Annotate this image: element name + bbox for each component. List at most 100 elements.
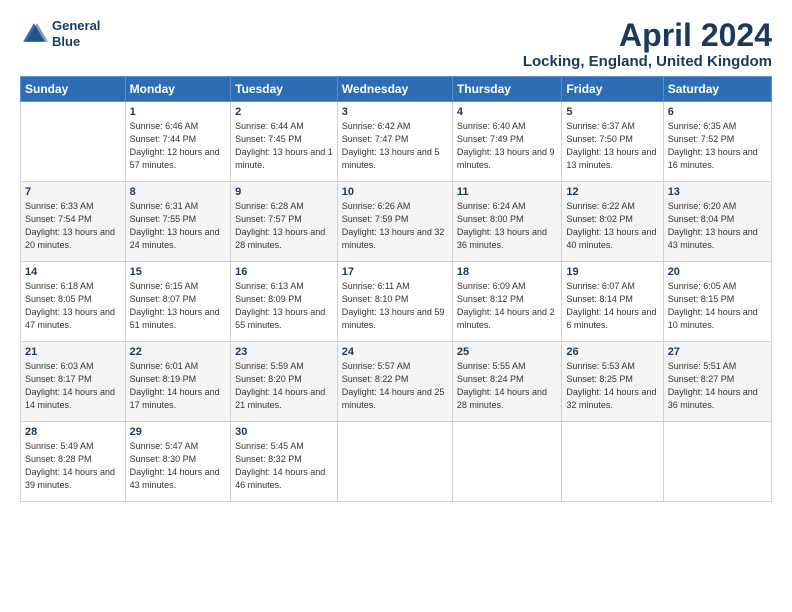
calendar-cell: 8Sunrise: 6:31 AMSunset: 7:55 PMDaylight…: [125, 182, 231, 262]
main-title: April 2024: [523, 18, 772, 53]
calendar-cell: 15 Sunrise: 6:15 AMSunset: 8:07 PMDayligh…: [125, 262, 231, 342]
calendar-cell: 13Sunrise: 6:20 AMSunset: 8:04 PMDayligh…: [663, 182, 771, 262]
calendar-cell: 17 Sunrise: 6:11 AMSunset: 8:10 PMDayligh…: [337, 262, 452, 342]
calendar-cell: 14 Sunrise: 6:18 AMSunset: 8:05 PMDayligh…: [21, 262, 126, 342]
day-number: 7: [25, 186, 121, 198]
cell-info: Sunrise: 6:33 AMSunset: 7:54 PMDaylight:…: [25, 200, 121, 252]
cell-info: Sunrise: 6:13 AMSunset: 8:09 PMDaylight:…: [235, 280, 333, 332]
calendar-cell: 26 Sunrise: 5:53 AMSunset: 8:25 PMDayligh…: [562, 342, 663, 422]
cell-info: Sunrise: 6:35 AMSunset: 7:52 PMDaylight:…: [668, 120, 767, 172]
cell-info: Sunrise: 6:01 AMSunset: 8:19 PMDaylight:…: [130, 360, 227, 412]
header-cell-thursday: Thursday: [452, 77, 561, 102]
cell-info: Sunrise: 6:37 AMSunset: 7:50 PMDaylight:…: [566, 120, 658, 172]
day-number: 12: [566, 186, 658, 198]
cell-info: Sunrise: 6:46 AMSunset: 7:44 PMDaylight:…: [130, 120, 227, 172]
day-number: 26: [566, 346, 658, 358]
day-number: 23: [235, 346, 333, 358]
calendar-cell: 7 Sunrise: 6:33 AMSunset: 7:54 PMDaylight…: [21, 182, 126, 262]
day-number: 30: [235, 426, 333, 438]
day-number: 20: [668, 266, 767, 278]
logo-line1: General: [52, 18, 100, 34]
cell-info: Sunrise: 6:15 AMSunset: 8:07 PMDaylight:…: [130, 280, 227, 332]
header-cell-sunday: Sunday: [21, 77, 126, 102]
cell-info: Sunrise: 6:40 AMSunset: 7:49 PMDaylight:…: [457, 120, 557, 172]
calendar-body: 1 Sunrise: 6:46 AMSunset: 7:44 PMDaylight…: [21, 102, 772, 502]
cell-info: Sunrise: 6:09 AMSunset: 8:12 PMDaylight:…: [457, 280, 557, 332]
cell-info: Sunrise: 6:18 AMSunset: 8:05 PMDaylight:…: [25, 280, 121, 332]
day-number: 11: [457, 186, 557, 198]
calendar-cell: 21Sunrise: 6:03 AMSunset: 8:17 PMDayligh…: [21, 342, 126, 422]
cell-info: Sunrise: 5:53 AMSunset: 8:25 PMDaylight:…: [566, 360, 658, 412]
cell-info: Sunrise: 6:44 AMSunset: 7:45 PMDaylight:…: [235, 120, 333, 172]
subtitle: Locking, England, United Kingdom: [523, 53, 772, 70]
header: General Blue April 2024 Locking, England…: [20, 18, 772, 70]
calendar-cell: [337, 422, 452, 502]
calendar-cell: 27Sunrise: 5:51 AMSunset: 8:27 PMDayligh…: [663, 342, 771, 422]
cell-info: Sunrise: 5:51 AMSunset: 8:27 PMDaylight:…: [668, 360, 767, 412]
cell-info: Sunrise: 5:47 AMSunset: 8:30 PMDaylight:…: [130, 440, 227, 492]
calendar-cell: [562, 422, 663, 502]
cell-info: Sunrise: 6:07 AMSunset: 8:14 PMDaylight:…: [566, 280, 658, 332]
day-number: 1: [130, 106, 227, 118]
calendar-cell: 20 Sunrise: 6:05 AMSunset: 8:15 PMDayligh…: [663, 262, 771, 342]
calendar-cell: 29 Sunrise: 5:47 AMSunset: 8:30 PMDayligh…: [125, 422, 231, 502]
logo-text: General Blue: [52, 18, 100, 49]
cell-info: Sunrise: 6:26 AMSunset: 7:59 PMDaylight:…: [342, 200, 448, 252]
cell-info: Sunrise: 6:22 AMSunset: 8:02 PMDaylight:…: [566, 200, 658, 252]
calendar-cell: 2 Sunrise: 6:44 AMSunset: 7:45 PMDaylight…: [231, 102, 338, 182]
calendar-cell: 30 Sunrise: 5:45 AMSunset: 8:32 PMDayligh…: [231, 422, 338, 502]
calendar-cell: 5Sunrise: 6:37 AMSunset: 7:50 PMDaylight…: [562, 102, 663, 182]
day-number: 14: [25, 266, 121, 278]
week-row-4: 21Sunrise: 6:03 AMSunset: 8:17 PMDayligh…: [21, 342, 772, 422]
week-row-1: 1 Sunrise: 6:46 AMSunset: 7:44 PMDaylight…: [21, 102, 772, 182]
header-cell-saturday: Saturday: [663, 77, 771, 102]
week-row-2: 7 Sunrise: 6:33 AMSunset: 7:54 PMDaylight…: [21, 182, 772, 262]
calendar-cell: 1 Sunrise: 6:46 AMSunset: 7:44 PMDaylight…: [125, 102, 231, 182]
logo-icon: [20, 20, 48, 48]
day-number: 17: [342, 266, 448, 278]
day-number: 6: [668, 106, 767, 118]
cell-info: Sunrise: 5:45 AMSunset: 8:32 PMDaylight:…: [235, 440, 333, 492]
calendar-cell: 23 Sunrise: 5:59 AMSunset: 8:20 PMDayligh…: [231, 342, 338, 422]
week-row-3: 14 Sunrise: 6:18 AMSunset: 8:05 PMDayligh…: [21, 262, 772, 342]
day-number: 22: [130, 346, 227, 358]
calendar-cell: 16 Sunrise: 6:13 AMSunset: 8:09 PMDayligh…: [231, 262, 338, 342]
calendar-cell: 3Sunrise: 6:42 AMSunset: 7:47 PMDaylight…: [337, 102, 452, 182]
week-row-5: 28 Sunrise: 5:49 AMSunset: 8:28 PMDayligh…: [21, 422, 772, 502]
calendar-header: SundayMondayTuesdayWednesdayThursdayFrid…: [21, 77, 772, 102]
calendar-cell: [663, 422, 771, 502]
calendar-cell: 19Sunrise: 6:07 AMSunset: 8:14 PMDayligh…: [562, 262, 663, 342]
day-number: 15: [130, 266, 227, 278]
cell-info: Sunrise: 5:59 AMSunset: 8:20 PMDaylight:…: [235, 360, 333, 412]
calendar-cell: [21, 102, 126, 182]
page-container: General Blue April 2024 Locking, England…: [0, 0, 792, 512]
day-number: 3: [342, 106, 448, 118]
calendar-cell: 25Sunrise: 5:55 AMSunset: 8:24 PMDayligh…: [452, 342, 561, 422]
calendar-cell: 6 Sunrise: 6:35 AMSunset: 7:52 PMDaylight…: [663, 102, 771, 182]
calendar-cell: 11Sunrise: 6:24 AMSunset: 8:00 PMDayligh…: [452, 182, 561, 262]
day-number: 4: [457, 106, 557, 118]
day-number: 25: [457, 346, 557, 358]
cell-info: Sunrise: 5:49 AMSunset: 8:28 PMDaylight:…: [25, 440, 121, 492]
cell-info: Sunrise: 6:11 AMSunset: 8:10 PMDaylight:…: [342, 280, 448, 332]
day-number: 21: [25, 346, 121, 358]
day-number: 16: [235, 266, 333, 278]
day-number: 28: [25, 426, 121, 438]
day-number: 29: [130, 426, 227, 438]
header-cell-tuesday: Tuesday: [231, 77, 338, 102]
day-number: 2: [235, 106, 333, 118]
cell-info: Sunrise: 6:31 AMSunset: 7:55 PMDaylight:…: [130, 200, 227, 252]
day-number: 18: [457, 266, 557, 278]
calendar-cell: 12 Sunrise: 6:22 AMSunset: 8:02 PMDayligh…: [562, 182, 663, 262]
calendar-cell: 22 Sunrise: 6:01 AMSunset: 8:19 PMDayligh…: [125, 342, 231, 422]
day-number: 24: [342, 346, 448, 358]
day-number: 10: [342, 186, 448, 198]
title-block: April 2024 Locking, England, United King…: [523, 18, 772, 70]
cell-info: Sunrise: 6:05 AMSunset: 8:15 PMDaylight:…: [668, 280, 767, 332]
calendar-cell: 24 Sunrise: 5:57 AMSunset: 8:22 PMDayligh…: [337, 342, 452, 422]
cell-info: Sunrise: 6:28 AMSunset: 7:57 PMDaylight:…: [235, 200, 333, 252]
cell-info: Sunrise: 5:57 AMSunset: 8:22 PMDaylight:…: [342, 360, 448, 412]
header-cell-friday: Friday: [562, 77, 663, 102]
calendar-cell: 28 Sunrise: 5:49 AMSunset: 8:28 PMDayligh…: [21, 422, 126, 502]
header-cell-wednesday: Wednesday: [337, 77, 452, 102]
